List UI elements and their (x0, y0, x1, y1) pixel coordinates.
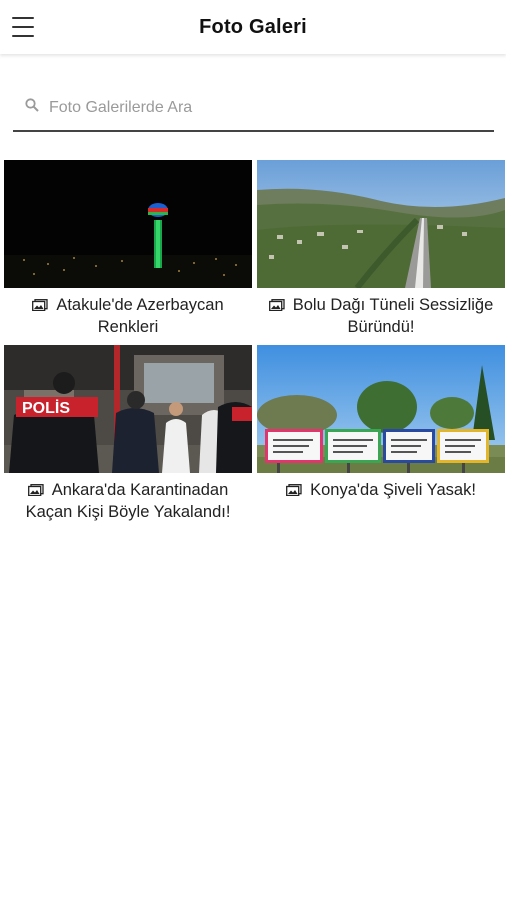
gallery-thumbnail[interactable] (257, 160, 505, 288)
gallery-card[interactable]: Konya'da Şiveli Yasak! (257, 345, 505, 525)
search-bar[interactable] (13, 86, 494, 132)
image-gallery-icon (268, 299, 285, 311)
gallery-caption[interactable]: Bolu Dağı Tüneli Sessizliğe Büründü! (257, 294, 505, 338)
search-icon (25, 98, 39, 112)
gallery-thumbnail[interactable] (4, 160, 252, 288)
image-gallery-icon (32, 299, 48, 311)
image-gallery-icon (27, 484, 44, 496)
search-input[interactable] (47, 92, 481, 124)
police-vest-text: POLİS (22, 399, 70, 417)
gallery-thumbnail[interactable] (257, 345, 505, 473)
page-title: Foto Galeri (199, 15, 307, 38)
hamburger-menu-icon[interactable] (12, 17, 34, 37)
image-gallery-icon (286, 484, 302, 496)
gallery-caption[interactable]: Ankara'da Karantinadan Kaçan Kişi Böyle … (4, 479, 252, 523)
gallery-card[interactable]: Bolu Dağı Tüneli Sessizliğe Büründü! (257, 160, 505, 340)
gallery-thumbnail[interactable]: POLİS (4, 345, 252, 473)
gallery-caption[interactable]: Atakule'de Azerbaycan Renkleri (4, 294, 252, 338)
gallery-card[interactable]: POLİS Ankara'da Karantinadan Kaçan Kişi … (4, 345, 252, 525)
gallery-caption[interactable]: Konya'da Şiveli Yasak! (257, 479, 505, 501)
gallery-card[interactable]: Atakule'de Azerbaycan Renkleri (4, 160, 252, 340)
app-bar: Foto Galeri (0, 0, 506, 54)
